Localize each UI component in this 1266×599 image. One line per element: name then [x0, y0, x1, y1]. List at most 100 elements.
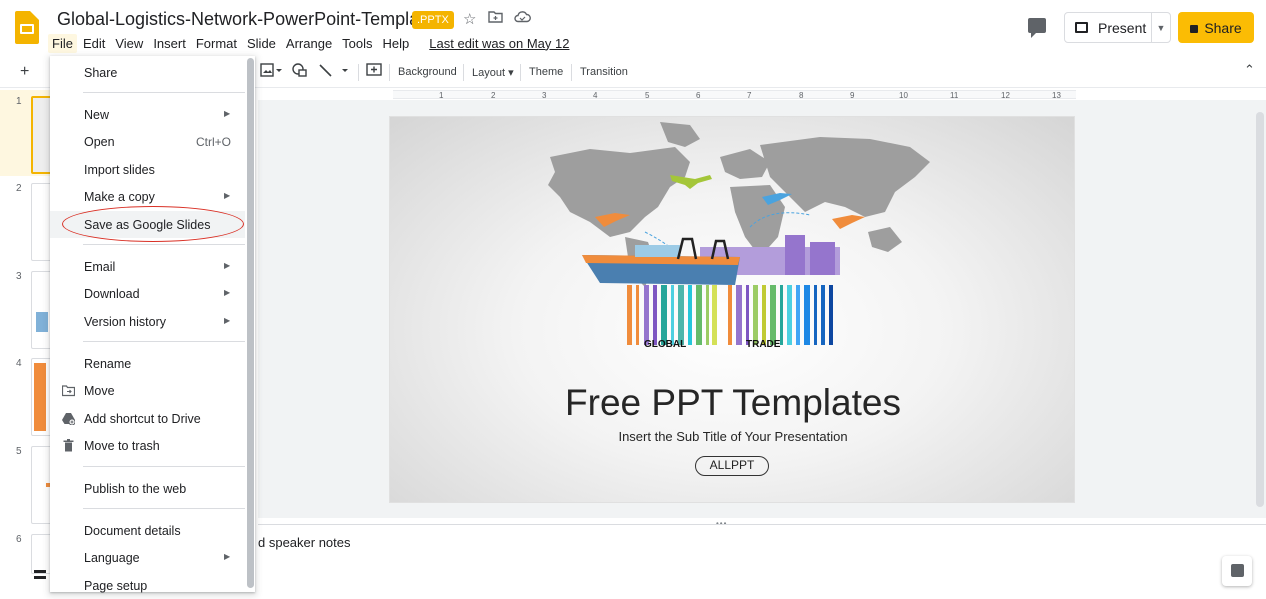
present-dropdown-icon[interactable]: ▼ — [1152, 23, 1170, 33]
trash-icon — [63, 439, 74, 452]
speaker-notes-area[interactable]: d speaker notes — [258, 524, 1266, 592]
last-edit-link[interactable]: Last edit was on May 12 — [425, 34, 573, 53]
theme-button[interactable]: Theme — [529, 66, 563, 78]
menu-help[interactable]: Help — [379, 34, 414, 53]
label-trade: TRADE — [746, 339, 781, 350]
ruler-mark: 10 — [899, 91, 908, 100]
menu-item-email[interactable]: Email ▶ — [50, 253, 245, 280]
present-button[interactable]: Present ▼ — [1064, 12, 1171, 43]
menu-item-move-to-trash[interactable]: Move to trash — [50, 432, 245, 459]
menu-item-open[interactable]: Open Ctrl+O — [50, 128, 245, 155]
submenu-arrow-icon: ▶ — [224, 109, 231, 118]
submenu-arrow-icon: ▶ — [224, 552, 231, 561]
menu-item-rename[interactable]: Rename — [50, 350, 245, 377]
top-bar: Global-Logistics-Network-PowerPoint-Temp… — [0, 0, 1266, 56]
slide-number: 4 — [16, 358, 22, 369]
grid-view-icon[interactable] — [34, 570, 46, 579]
slide-editor: GLOBAL TRADE Free PPT Templates Insert t… — [258, 100, 1266, 518]
speaker-notes-placeholder: d speaker notes — [258, 535, 351, 550]
toolbar-divider — [463, 64, 464, 81]
menu-scrollbar[interactable] — [247, 58, 254, 588]
menu-item-move[interactable]: Move — [50, 377, 245, 404]
ruler-mark: 13 — [1052, 91, 1061, 100]
image-icon[interactable] — [260, 63, 282, 80]
file-type-badge: .PPTX — [412, 11, 454, 29]
menu-item-page-setup[interactable]: Page setup — [50, 572, 245, 599]
menu-item-share[interactable]: Share — [50, 59, 245, 86]
explore-button[interactable] — [1222, 556, 1252, 586]
new-slide-icon[interactable]: + — [20, 63, 29, 81]
shortcut-label: Ctrl+O — [196, 135, 232, 149]
menu-item-download[interactable]: Download ▶ — [50, 280, 245, 307]
ruler-mark: 8 — [799, 91, 804, 100]
explore-icon — [1231, 564, 1244, 577]
menu-slide[interactable]: Slide — [243, 34, 280, 53]
toolbar-divider — [358, 64, 359, 81]
menu-item-import-slides[interactable]: Import slides — [50, 156, 245, 183]
label-global: GLOBAL — [644, 339, 687, 350]
highlight-circle-annotation — [62, 206, 244, 242]
menu-edit[interactable]: Edit — [79, 34, 109, 53]
menu-item-document-details[interactable]: Document details — [50, 517, 245, 544]
slide-subtitle[interactable]: Insert the Sub Title of Your Presentatio… — [390, 429, 1076, 444]
comment-history-icon[interactable] — [1028, 18, 1046, 38]
menu-view[interactable]: View — [111, 34, 147, 53]
menu-tools[interactable]: Tools — [338, 34, 376, 53]
editor-scrollbar[interactable] — [1256, 112, 1264, 507]
file-menu: Share New ▶ Open Ctrl+O Import slides Make… — [50, 56, 255, 593]
layout-button[interactable]: Layout ▾ — [472, 66, 514, 79]
ruler-mark: 11 — [950, 91, 959, 100]
insert-comment-icon[interactable] — [366, 63, 382, 81]
menu-item-add-shortcut[interactable]: Add shortcut to Drive — [50, 405, 245, 432]
menu-item-new[interactable]: New ▶ — [50, 101, 245, 128]
menu-arrange[interactable]: Arrange — [282, 34, 336, 53]
slides-logo-icon[interactable] — [15, 11, 39, 44]
world-map-illustration — [548, 122, 930, 345]
slide-canvas[interactable]: GLOBAL TRADE Free PPT Templates Insert t… — [389, 116, 1075, 503]
menu-bar: File Edit View Insert Format Slide Arran… — [48, 33, 575, 53]
cloud-status-icon[interactable] — [514, 10, 531, 27]
slide-number: 2 — [16, 183, 22, 194]
menu-format[interactable]: Format — [192, 34, 241, 53]
ruler-mark: 1 — [439, 91, 444, 100]
menu-item-language[interactable]: Language ▶ — [50, 544, 245, 571]
drive-shortcut-icon — [62, 413, 75, 425]
menu-item-publish[interactable]: Publish to the web — [50, 475, 245, 502]
toolbar-divider — [571, 64, 572, 81]
menu-item-version-history[interactable]: Version history ▶ — [50, 308, 245, 335]
document-title[interactable]: Global-Logistics-Network-PowerPoint-Temp… — [57, 9, 443, 30]
shape-icon[interactable] — [292, 63, 308, 80]
slide-number: 1 — [16, 96, 22, 107]
menu-divider — [83, 341, 245, 342]
ruler-mark: 12 — [1001, 91, 1010, 100]
move-folder-icon[interactable] — [488, 10, 503, 27]
move-folder-icon — [62, 385, 75, 397]
collapse-toolbar-icon[interactable]: ⌃ — [1244, 62, 1255, 78]
submenu-arrow-icon: ▶ — [224, 288, 231, 297]
layout-label: Layout — [472, 67, 506, 79]
ruler-mark: 9 — [850, 91, 855, 100]
menu-insert[interactable]: Insert — [149, 34, 190, 53]
share-button[interactable]: Share — [1178, 12, 1254, 43]
ruler-mark: 6 — [696, 91, 701, 100]
background-button[interactable]: Background — [398, 66, 457, 78]
ruler-mark: 3 — [542, 91, 547, 100]
ruler: 1 2 3 4 5 6 7 8 9 10 11 12 13 — [393, 90, 1076, 100]
share-label: Share — [1204, 19, 1242, 36]
star-icon[interactable]: ☆ — [463, 10, 476, 28]
slide-title[interactable]: Free PPT Templates — [390, 382, 1076, 424]
submenu-arrow-icon: ▶ — [224, 191, 231, 200]
line-icon[interactable] — [318, 63, 352, 80]
menu-divider — [83, 466, 245, 467]
menu-divider — [83, 244, 245, 245]
ruler-mark: 7 — [747, 91, 752, 100]
transition-button[interactable]: Transition — [580, 66, 628, 78]
lock-icon — [1190, 24, 1199, 33]
slide-number: 6 — [16, 534, 22, 545]
menu-divider — [83, 92, 245, 93]
present-label: Present — [1098, 19, 1147, 36]
toolbar-divider — [520, 64, 521, 81]
ruler-mark: 5 — [645, 91, 650, 100]
allppt-logo: ALLPPT — [695, 456, 769, 476]
menu-file[interactable]: File — [48, 33, 77, 53]
